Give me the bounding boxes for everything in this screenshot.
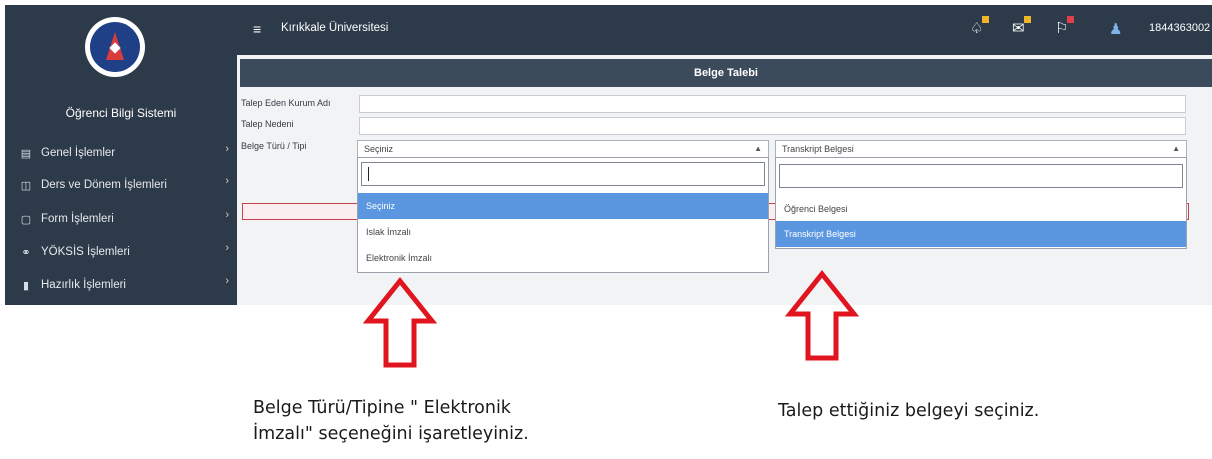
chevron-right-icon: › bbox=[225, 209, 229, 221]
document-select-value: Transkript Belgesi bbox=[782, 144, 854, 154]
caret-up-icon: ▲ bbox=[1172, 144, 1180, 153]
arrow-up-icon bbox=[362, 277, 438, 368]
user-id[interactable]: 1844363002 bbox=[1149, 22, 1210, 34]
envelope-icon[interactable]: ✉ bbox=[1012, 16, 1031, 37]
sidebar-item-label: Ders ve Dönem İşlemleri bbox=[41, 179, 167, 191]
notification-badge bbox=[982, 16, 990, 23]
instruction-right: Talep ettiğiniz belgeyi seçiniz. bbox=[778, 401, 1040, 421]
sidebar-item-label: Hazırlık İşlemleri bbox=[41, 279, 126, 291]
doc-type-option-seciniz[interactable]: Seçiniz bbox=[358, 193, 768, 219]
document-icon: ▢ bbox=[20, 213, 32, 226]
sidebar-item-label: YÖKSİS İşlemleri bbox=[41, 246, 130, 258]
document-option-ogrenci-belgesi[interactable]: Öğrenci Belgesi bbox=[776, 196, 1186, 222]
doc-type-option-elektronik-imzali[interactable]: Elektronik İmzalı bbox=[358, 245, 768, 271]
chevron-right-icon: › bbox=[225, 275, 229, 287]
document-select[interactable]: Transkript Belgesi ▲ bbox=[775, 140, 1187, 158]
hamburger-icon[interactable]: ≡ bbox=[253, 21, 261, 37]
doc-type-search-input[interactable] bbox=[361, 162, 765, 186]
university-logo bbox=[85, 17, 145, 77]
university-name: Kırıkkale Üniversitesi bbox=[281, 22, 389, 34]
bell-icon[interactable]: ♤ bbox=[970, 16, 990, 37]
reason-input[interactable] bbox=[359, 117, 1186, 135]
doc-type-dropdown: Seçiniz Islak İmzalı Elektronik İmzalı bbox=[357, 157, 769, 273]
sidebar-item-form-islemleri[interactable]: ▢ Form İşlemleri › bbox=[5, 205, 237, 233]
user-icon[interactable]: ♟ bbox=[1109, 20, 1122, 38]
sidebar-item-yoksis[interactable]: ⚭ YÖKSİS İşlemleri › bbox=[5, 238, 237, 266]
doc-type-label: Belge Türü / Tipi bbox=[241, 141, 307, 151]
top-bar: ≡ Kırıkkale Üniversitesi ♤ ✉ ⚐ ♟ 1844363… bbox=[237, 5, 1212, 55]
message-badge bbox=[1023, 16, 1031, 23]
sidebar: Öğrenci Bilgi Sistemi ▤ Genel İşlemler ›… bbox=[5, 5, 237, 305]
sidebar-item-ders-donem[interactable]: ◫ Ders ve Dönem İşlemleri › bbox=[5, 171, 237, 199]
doc-type-option-islak-imzali[interactable]: Islak İmzalı bbox=[358, 219, 768, 245]
chevron-right-icon: › bbox=[225, 175, 229, 187]
book-open-icon: ▮ bbox=[22, 279, 30, 292]
chevron-right-icon: › bbox=[225, 143, 229, 155]
doc-type-select[interactable]: Seçiniz ▲ bbox=[357, 140, 769, 158]
flag-icon[interactable]: ⚐ bbox=[1055, 16, 1075, 37]
doc-type-select-value: Seçiniz bbox=[364, 144, 394, 154]
document-search-input[interactable] bbox=[779, 164, 1183, 188]
caret-up-icon: ▲ bbox=[754, 144, 762, 153]
flag-badge bbox=[1067, 16, 1075, 23]
sidebar-item-label: Genel İşlemler bbox=[41, 147, 116, 159]
users-icon: ⚭ bbox=[21, 246, 31, 259]
book-icon: ◫ bbox=[20, 179, 32, 192]
chevron-right-icon: › bbox=[225, 242, 229, 254]
reason-label: Talep Nedeni bbox=[241, 119, 294, 129]
institution-input[interactable] bbox=[359, 95, 1186, 113]
document-option-transkript-belgesi[interactable]: Transkript Belgesi bbox=[776, 221, 1186, 247]
sidebar-item-hazirlik[interactable]: ▮ Hazırlık İşlemleri › bbox=[5, 271, 237, 299]
panel-title: Belge Talebi bbox=[240, 59, 1212, 87]
arrow-up-icon bbox=[784, 270, 860, 361]
main-content: Belge Talebi Talep Eden Kurum Adı Talep … bbox=[237, 55, 1212, 305]
id-card-icon: ▤ bbox=[20, 147, 32, 160]
sidebar-item-label: Form İşlemleri bbox=[41, 213, 114, 225]
instruction-left: Belge Türü/Tipine " Elektronik İmzalı" s… bbox=[253, 398, 529, 444]
app-window: Öğrenci Bilgi Sistemi ▤ Genel İşlemler ›… bbox=[5, 5, 1212, 305]
system-title: Öğrenci Bilgi Sistemi bbox=[65, 106, 177, 120]
sidebar-item-genel-islemler[interactable]: ▤ Genel İşlemler › bbox=[5, 139, 237, 167]
institution-label: Talep Eden Kurum Adı bbox=[241, 98, 331, 108]
document-dropdown: Öğrenci Belgesi Transkript Belgesi bbox=[775, 157, 1187, 249]
